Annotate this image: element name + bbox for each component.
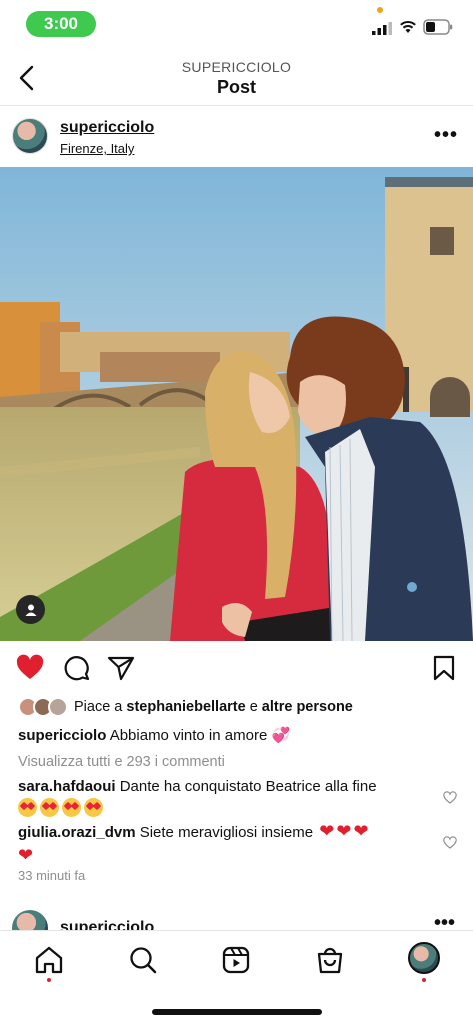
red-heart-emoji: ❤	[336, 821, 352, 841]
caption-username[interactable]: supericciolo	[18, 727, 106, 744]
comment-icon[interactable]	[62, 654, 90, 682]
post-header-bar: SUPERICCIOLO Post	[0, 50, 473, 106]
heart-icon[interactable]	[16, 654, 44, 682]
wifi-icon	[400, 20, 416, 33]
heart-eyes-emoji	[40, 798, 59, 817]
photo-illustration	[0, 167, 473, 641]
liker-username[interactable]: stephaniebellarte	[126, 699, 245, 715]
next-author-avatar[interactable]	[12, 910, 48, 930]
profile-avatar-tab[interactable]	[408, 942, 440, 974]
comment-item: sara.hafdaoui Dante ha conquistato Beatr…	[18, 776, 433, 821]
post-photo[interactable]	[0, 167, 473, 641]
comment-username[interactable]: giulia.orazi_dvm	[18, 824, 136, 841]
author-avatar[interactable]	[12, 118, 48, 154]
reels-icon[interactable]	[221, 945, 251, 975]
header-username: SUPERICCIOLO	[181, 59, 292, 75]
signal-icon	[372, 22, 392, 35]
comment-text: Siete meravigliosi insieme	[135, 824, 314, 841]
next-post-header: supericciolo •••	[0, 908, 473, 930]
bookmark-icon[interactable]	[430, 654, 458, 682]
post-caption: supericciolo Abbiamo vinto in amore 💞	[18, 726, 290, 744]
next-author-username[interactable]: supericciolo	[60, 919, 154, 930]
comment-like-icon[interactable]	[443, 791, 457, 804]
view-all-comments-link[interactable]: Visualizza tutti e 293 i commenti	[18, 754, 225, 770]
comment-username[interactable]: sara.hafdaoui	[18, 778, 116, 795]
comment-like-icon[interactable]	[443, 836, 457, 849]
caption-text: Abbiamo vinto in amore 💞	[106, 727, 291, 744]
home-icon[interactable]	[34, 945, 64, 975]
comment-item: giulia.orazi_dvm Siete meravigliosi insi…	[18, 820, 433, 868]
likes-summary: Piace a stephaniebellarte e altre person…	[74, 699, 353, 715]
page-title: Post	[216, 77, 256, 97]
post-actions	[0, 650, 473, 686]
heart-eyes-emoji	[18, 798, 37, 817]
likes-row[interactable]: Piace a stephaniebellarte e altre person…	[18, 696, 458, 718]
liker-avatars	[18, 697, 70, 717]
other-likers-link[interactable]: altre persone	[262, 699, 353, 715]
red-heart-emoji: ❤	[353, 821, 369, 841]
author-username[interactable]: supericciolo	[60, 119, 154, 137]
red-heart-emoji: ❤	[319, 821, 335, 841]
privacy-indicator-dot	[377, 7, 383, 13]
search-icon[interactable]	[128, 945, 158, 975]
tag-person-icon[interactable]	[16, 595, 45, 624]
home-indicator	[152, 1009, 322, 1015]
more-icon[interactable]: •••	[434, 124, 458, 147]
post-location[interactable]: Firenze, Italy	[60, 141, 134, 156]
share-icon[interactable]	[107, 654, 135, 682]
red-heart-emoji: ❤	[18, 845, 34, 865]
status-bar: 3:00	[0, 0, 473, 48]
more-icon[interactable]: •••	[434, 912, 455, 930]
bottom-tab-bar	[0, 930, 473, 1024]
profile-notification-dot	[422, 978, 426, 982]
post-timestamp: 33 minuti fa	[18, 868, 86, 883]
battery-icon	[423, 19, 453, 35]
likes-prefix: Piace a	[74, 699, 127, 715]
liker-avatar	[48, 697, 68, 717]
heart-eyes-emoji	[62, 798, 81, 817]
shop-icon[interactable]	[315, 945, 345, 975]
comment-text: Dante ha conquistato Beatrice alla fine	[115, 778, 377, 795]
heart-eyes-emoji	[84, 798, 103, 817]
likes-conjunction: e	[245, 699, 262, 715]
status-time: 3:00	[26, 11, 96, 37]
post-author-row: supericciolo Firenze, Italy •••	[0, 110, 473, 166]
home-notification-dot	[47, 978, 51, 982]
